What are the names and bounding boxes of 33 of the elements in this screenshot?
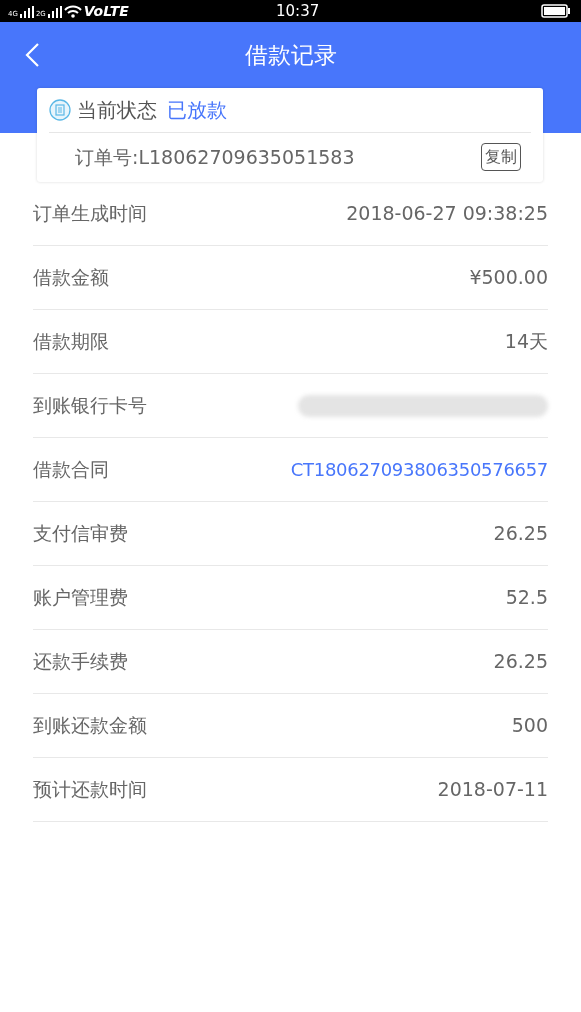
battery-icon: [541, 4, 571, 18]
row-value: 52.5: [505, 585, 548, 611]
signal-icon: [47, 6, 62, 18]
row-value: 2018-06-27 09:38:25: [346, 201, 548, 227]
row-value: 26.25: [493, 649, 548, 675]
row-value: 2018-07-11: [437, 777, 548, 803]
back-button[interactable]: [24, 42, 40, 68]
row-label: 预计还款时间: [33, 777, 147, 803]
row-value: 500: [511, 713, 548, 739]
back-icon: [24, 42, 40, 68]
row-label: 订单生成时间: [33, 201, 147, 227]
volte-label: VoLTE: [83, 4, 129, 18]
signal-icon: [19, 6, 34, 18]
document-icon: [49, 99, 71, 121]
row-value: 26.25: [493, 521, 548, 547]
row-label: 到账还款金额: [33, 713, 147, 739]
row-label: 借款期限: [33, 329, 109, 355]
clock: 10:37: [276, 0, 320, 22]
page-title: 借款记录: [244, 40, 337, 70]
order-number: 订单号:L18062709635051583: [75, 144, 355, 170]
copy-button[interactable]: 复制: [481, 143, 521, 171]
row-label: 借款金额: [33, 265, 109, 291]
row-label: 借款合同: [33, 457, 109, 483]
row-value: 14天: [504, 329, 548, 355]
wifi-icon: [63, 5, 82, 18]
row-label: 还款手续费: [33, 649, 128, 675]
row-value: ¥500.00: [469, 265, 548, 291]
row-label: 支付信审费: [33, 521, 128, 547]
contract-link[interactable]: CT180627093806350576657: [290, 456, 548, 483]
status-value: 已放款: [167, 97, 227, 124]
row-label: 到账银行卡号: [33, 393, 147, 419]
row-label: 账户管理费: [33, 585, 128, 611]
status-label: 当前状态: [77, 97, 157, 124]
